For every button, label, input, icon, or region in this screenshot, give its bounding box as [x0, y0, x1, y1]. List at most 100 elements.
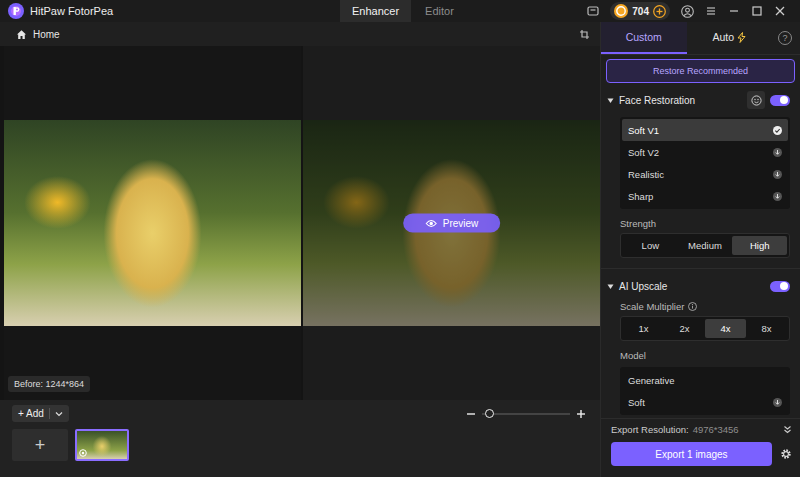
add-label: + Add — [18, 408, 44, 419]
tab-label: Custom — [626, 31, 662, 43]
close-icon[interactable] — [774, 5, 786, 17]
image-thumbnail[interactable] — [75, 429, 129, 461]
strength-selector: LowMediumHigh — [620, 233, 790, 258]
face-detect-button[interactable] — [747, 91, 765, 109]
scale-label: Scale Multiplier — [620, 301, 790, 312]
home-link[interactable]: Home — [33, 29, 60, 40]
face-restoration-toggle[interactable] — [770, 95, 790, 106]
mode-tab[interactable]: Enhancer — [340, 0, 411, 22]
add-credits-icon[interactable] — [653, 5, 666, 18]
bottom-bar: + Add + — [0, 400, 600, 477]
crop-icon[interactable] — [579, 29, 590, 40]
menu-icon[interactable] — [705, 5, 717, 17]
resolution-text: Export Resolution: 4976*3456 — [611, 424, 739, 435]
section-title: AI Upscale — [619, 281, 667, 292]
face-model-option[interactable]: Soft V1 — [622, 119, 788, 141]
upscale-model-list: GenerativeSoft — [620, 367, 790, 415]
zoom-control — [466, 409, 586, 419]
home-icon[interactable] — [16, 29, 27, 40]
scale-option[interactable]: 4x — [705, 319, 746, 338]
title-controls: 704 — [587, 2, 800, 20]
help-button[interactable]: ? — [778, 31, 792, 45]
settings-scroll: Restore Recommended Face Restoration Soft … — [601, 55, 800, 418]
credits-count: 704 — [632, 6, 649, 17]
info-icon[interactable] — [688, 302, 697, 311]
scale-option[interactable]: 2x — [664, 319, 705, 338]
option-label: Sharp — [628, 191, 653, 202]
app-logo-icon — [8, 3, 24, 19]
caret-icon[interactable] — [607, 283, 614, 290]
face-model-list: Soft V1 Soft V2Realistic Sharp — [620, 117, 790, 209]
zoom-slider[interactable] — [482, 413, 570, 415]
restore-recommended-button[interactable]: Restore Recommended — [606, 59, 795, 83]
app-window: HitPaw FotorPeaEnhancerEditor 704 Home Prev… — [0, 0, 800, 477]
coin-icon — [614, 4, 628, 18]
add-separator — [49, 408, 50, 419]
mode-tab[interactable]: Editor — [413, 0, 466, 22]
check-icon — [773, 126, 782, 135]
section-header[interactable]: Face Restoration — [607, 89, 790, 111]
settings-panel: Custom Auto? Restore Recommended Face Resto… — [600, 22, 800, 477]
strength-option[interactable]: Medium — [678, 236, 733, 255]
scale-option[interactable]: 1x — [623, 319, 664, 338]
gear-icon[interactable] — [780, 448, 792, 460]
credits-pill[interactable]: 704 — [610, 2, 670, 20]
export-button[interactable]: Export 1 images — [611, 442, 772, 466]
thumbnail-strip: + — [12, 429, 586, 461]
status-icon — [79, 449, 87, 457]
caret-icon[interactable] — [607, 97, 614, 104]
face-model-option[interactable]: Realistic — [622, 163, 788, 185]
zoom-knob[interactable] — [485, 409, 494, 418]
add-button[interactable]: + Add — [12, 405, 69, 422]
download-icon[interactable] — [773, 192, 782, 201]
face-icon — [751, 95, 762, 106]
compare-canvas: Preview Before: 1244*864 — [0, 46, 600, 400]
brand: HitPaw FotorPea — [0, 3, 340, 19]
section-body: Soft V1 Soft V2Realistic Sharp Strength LowM… — [607, 117, 790, 258]
main-area: Home Preview Before: 1244*864 + Add + Custom A… — [0, 22, 800, 477]
download-icon[interactable] — [773, 398, 782, 407]
settings-tabs: Custom Auto? — [601, 22, 800, 55]
message-icon[interactable] — [587, 5, 599, 17]
upscale-model-option[interactable]: Generative — [622, 369, 788, 391]
face-restoration-section: Face RestorationSoft V1Soft V2RealisticS… — [601, 83, 800, 269]
zoom-in-icon[interactable] — [576, 409, 586, 419]
download-icon[interactable] — [773, 170, 782, 179]
strength-option[interactable]: High — [732, 236, 787, 255]
model-label: Model — [620, 350, 790, 361]
strength-option[interactable]: Low — [623, 236, 678, 255]
zoom-out-icon[interactable] — [466, 409, 476, 419]
scale-option[interactable]: 8x — [746, 319, 787, 338]
toggle-knob — [780, 282, 788, 290]
settings-tab[interactable]: Custom — [601, 22, 687, 54]
option-label: Soft V1 — [628, 125, 659, 136]
add-image-tile[interactable]: + — [12, 429, 68, 461]
minimize-icon[interactable] — [728, 5, 740, 17]
user-icon[interactable] — [681, 5, 694, 18]
download-icon[interactable] — [773, 148, 782, 157]
section-body: Scale Multiplier 1x2x4x8x Model GenerativeS… — [607, 301, 790, 415]
preview-button[interactable]: Preview — [403, 214, 501, 233]
before-photo — [4, 120, 301, 326]
maximize-icon[interactable] — [751, 5, 763, 17]
before-size-label: Before: 1244*864 — [8, 376, 90, 392]
home-bar: Home — [0, 22, 600, 46]
before-pane — [4, 46, 301, 400]
scale-label-text: Scale Multiplier — [620, 301, 684, 312]
ai-upscale-section: AI Upscale Scale Multiplier 1x2x4x8x Model G… — [601, 269, 800, 418]
eye-icon — [425, 218, 437, 228]
section-header[interactable]: AI Upscale — [607, 275, 790, 297]
workspace: Home Preview Before: 1244*864 + Add + — [0, 22, 600, 477]
upscale-model-option[interactable]: Soft — [622, 391, 788, 413]
ai-upscale-toggle[interactable] — [770, 281, 790, 292]
chevron-down-icon[interactable] — [55, 411, 63, 417]
strength-label: Strength — [620, 218, 790, 229]
resolution-value: 4976*3456 — [693, 424, 739, 435]
bottom-toolbar: + Add — [12, 405, 586, 422]
face-model-option[interactable]: Soft V2 — [622, 141, 788, 163]
double-chevron-down-icon[interactable] — [783, 425, 792, 434]
settings-tab[interactable]: Auto — [687, 22, 773, 54]
tab-label: Auto — [712, 31, 734, 43]
face-model-option[interactable]: Sharp — [622, 185, 788, 207]
resolution-label: Export Resolution: — [611, 424, 689, 435]
